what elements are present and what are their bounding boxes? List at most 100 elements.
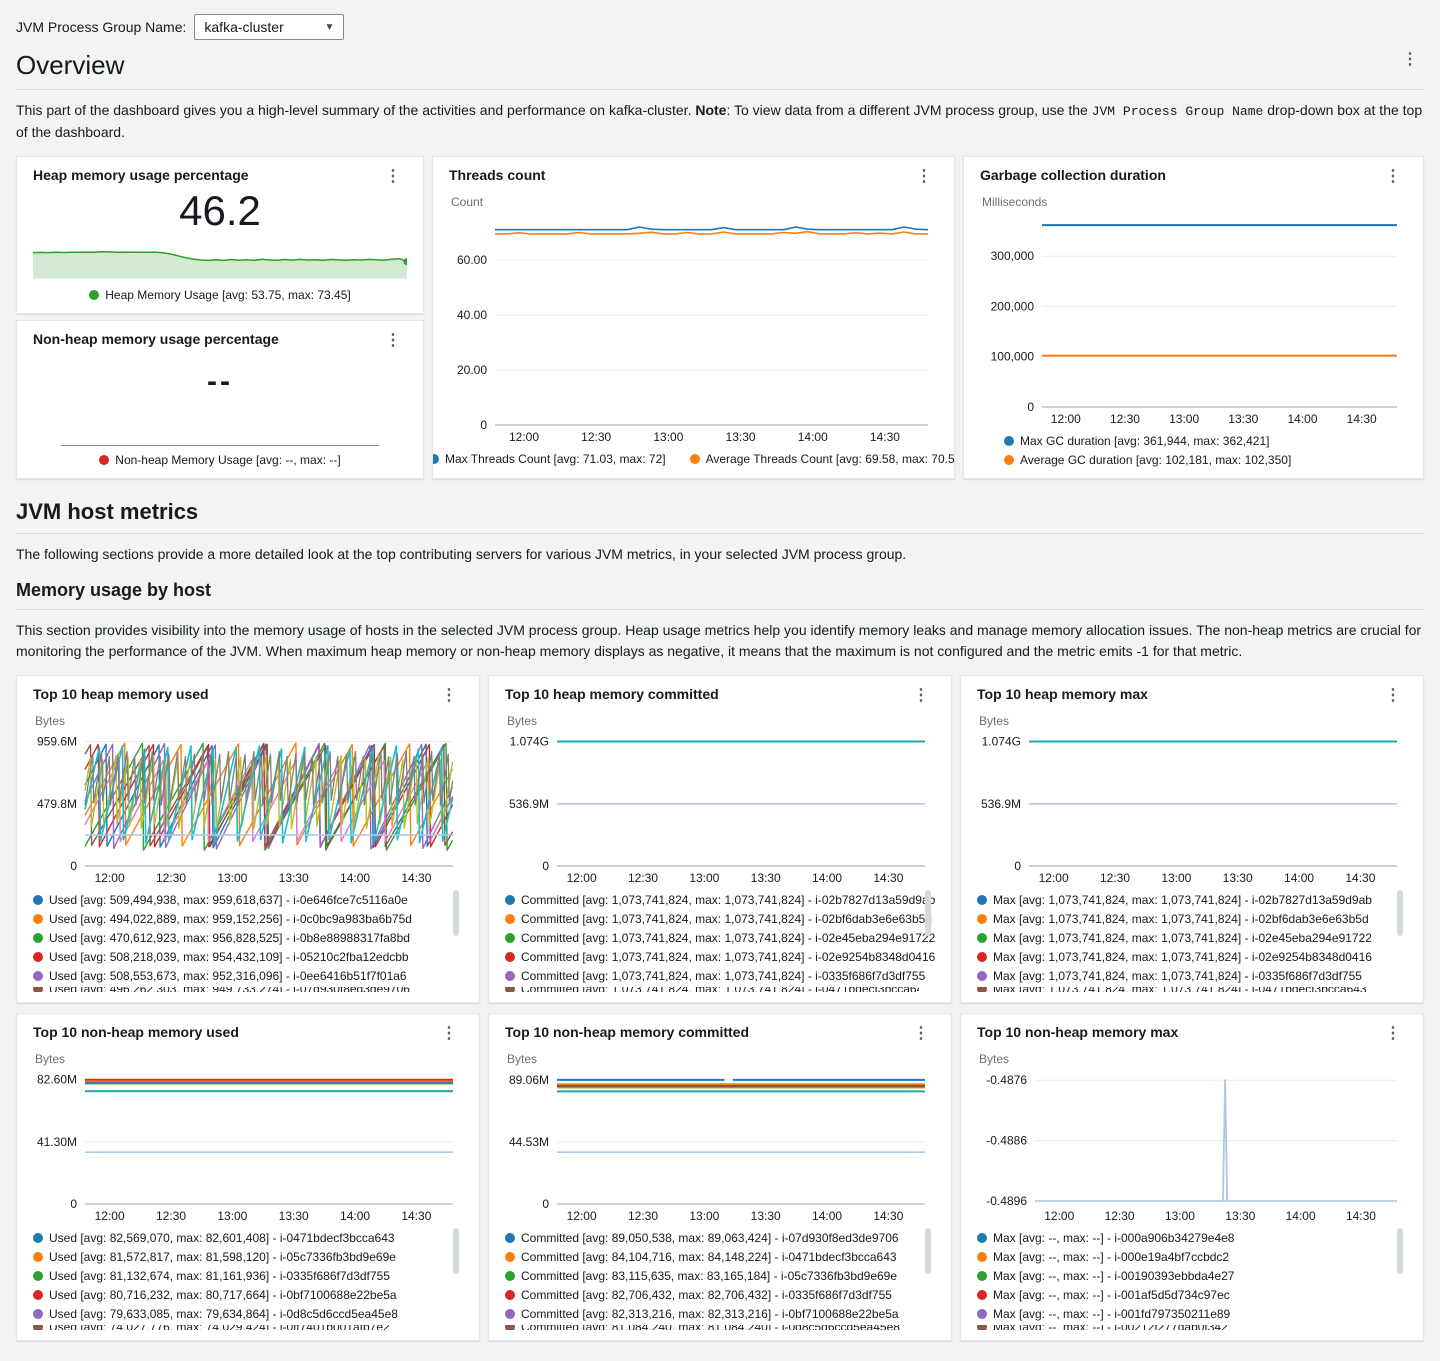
legend-item[interactable]: Committed [avg: 1,073,741,824, max: 1,07… [505, 930, 919, 946]
legend-scroll-area: Committed [avg: 89,050,538, max: 89,063,… [505, 1224, 935, 1330]
svg-text:13:30: 13:30 [1228, 412, 1258, 426]
legend-item[interactable]: Heap Memory Usage [avg: 53.75, max: 73.4… [89, 287, 350, 303]
top10-nonheap-used-chart[interactable]: 041.30M82.60M12:0012:3013:0013:3014:0014… [33, 1068, 463, 1224]
svg-text:536.9M: 536.9M [509, 797, 549, 811]
legend-item[interactable]: Max [avg: 1,073,741,824, max: 1,073,741,… [977, 892, 1391, 908]
kebab-menu-icon[interactable]: ⋮ [1379, 686, 1407, 706]
legend-label: Committed [avg: 1,073,741,824, max: 1,07… [521, 968, 925, 984]
legend-label: Used [avg: 494,022,889, max: 959,152,256… [49, 911, 412, 927]
legend-item[interactable]: Used [avg: 508,553,673, max: 952,316,096… [33, 968, 447, 984]
legend-item[interactable]: Used [avg: 508,218,039, max: 954,432,109… [33, 949, 447, 965]
legend-item[interactable]: Committed [avg: 81,084,240, max: 81,084,… [505, 1325, 919, 1330]
legend-label: Committed [avg: 1,073,741,824, max: 1,07… [521, 911, 932, 927]
legend-label: Used [avg: 82,569,070, max: 82,601,408] … [49, 1230, 395, 1246]
kebab-menu-icon[interactable]: ⋮ [1379, 1024, 1407, 1044]
kebab-menu-icon[interactable]: ⋮ [907, 686, 935, 706]
legend-item[interactable]: Committed [avg: 82,313,216, max: 82,313,… [505, 1306, 919, 1322]
legend-item[interactable]: Max [avg: --, max: --] - i-00212f277dab0… [977, 1325, 1391, 1330]
kebab-menu-icon[interactable]: ⋮ [435, 686, 463, 706]
top10-nonheap-max-chart[interactable]: -0.4876-0.4886-0.489612:0012:3013:0013:3… [977, 1068, 1407, 1224]
legend-item[interactable]: Max Threads Count [avg: 71.03, max: 72] [432, 451, 666, 467]
gc-duration-chart[interactable]: 0100,000200,000300,00012:0012:3013:0013:… [980, 211, 1407, 427]
legend-item[interactable]: Committed [avg: 1,073,741,824, max: 1,07… [505, 987, 919, 992]
legend-label: Max [avg: --, max: --] - i-000a906b34279… [993, 1230, 1234, 1246]
legend-item[interactable]: Committed [avg: 1,073,741,824, max: 1,07… [505, 949, 919, 965]
legend-item[interactable]: Max [avg: --, max: --] - i-001fd79735021… [977, 1306, 1391, 1322]
legend-item[interactable]: Max [avg: --, max: --] - i-000a906b34279… [977, 1230, 1391, 1246]
legend-scrollbar[interactable] [453, 890, 459, 936]
svg-text:0: 0 [70, 1197, 77, 1211]
top10-nonheap-committed-chart[interactable]: 044.53M89.06M12:0012:3013:0013:3014:0014… [505, 1068, 935, 1224]
chart-legend: Used [avg: 82,569,070, max: 82,601,408] … [33, 1230, 447, 1330]
legend-item[interactable]: Used [avg: 74,027,776, max: 74,029,424] … [33, 1325, 447, 1330]
widget-nonheap-usage-percentage: Non-heap memory usage percentage ⋮ -- No… [16, 320, 424, 479]
kebab-menu-icon[interactable]: ⋮ [435, 1024, 463, 1044]
legend-label: Max [avg: --, max: --] - i-00190393ebbda… [993, 1268, 1234, 1284]
legend-item[interactable]: Used [avg: 494,022,889, max: 959,152,256… [33, 911, 447, 927]
legend-item[interactable]: Max [avg: 1,073,741,824, max: 1,073,741,… [977, 968, 1391, 984]
legend-item[interactable]: Used [avg: 470,612,923, max: 956,828,525… [33, 930, 447, 946]
legend-item[interactable]: Max [avg: --, max: --] - i-00190393ebbda… [977, 1268, 1391, 1284]
legend-item[interactable]: Used [avg: 82,569,070, max: 82,601,408] … [33, 1230, 447, 1246]
svg-text:1.074G: 1.074G [510, 734, 549, 748]
kebab-menu-icon[interactable]: ⋮ [379, 167, 407, 187]
legend-item[interactable]: Committed [avg: 83,115,635, max: 83,165,… [505, 1268, 919, 1284]
threads-count-chart[interactable]: 020.0040.0060.0012:0012:3013:0013:3014:0… [449, 211, 938, 445]
legend-item[interactable]: Non-heap Memory Usage [avg: --, max: --] [99, 452, 340, 468]
svg-text:14:00: 14:00 [812, 871, 842, 885]
legend-item[interactable]: Average GC duration [avg: 102,181, max: … [1004, 452, 1407, 468]
legend-item[interactable]: Committed [avg: 84,104,716, max: 84,148,… [505, 1249, 919, 1265]
legend-item[interactable]: Used [avg: 496,262,303, max: 949,733,274… [33, 987, 447, 992]
legend-item[interactable]: Committed [avg: 82,706,432, max: 82,706,… [505, 1287, 919, 1303]
legend-color-dot [505, 1325, 515, 1330]
legend-item[interactable]: Committed [avg: 1,073,741,824, max: 1,07… [505, 892, 919, 908]
legend-item[interactable]: Max [avg: --, max: --] - i-000e19a4bf7cc… [977, 1249, 1391, 1265]
kebab-menu-icon[interactable]: ⋮ [379, 331, 407, 351]
process-group-select[interactable]: kafka-cluster ▼ [194, 14, 344, 40]
svg-text:14:00: 14:00 [340, 1209, 370, 1223]
kebab-menu-icon[interactable]: ⋮ [910, 167, 938, 187]
legend-label: Max [avg: --, max: --] - i-00212f277dab0… [993, 1325, 1228, 1330]
legend-item[interactable]: Max [avg: 1,073,741,824, max: 1,073,741,… [977, 987, 1391, 992]
legend-item[interactable]: Max GC duration [avg: 361,944, max: 362,… [1004, 433, 1407, 449]
code-process-group: JVM Process Group Name [1092, 104, 1264, 119]
heap-usage-sparkline-chart[interactable] [33, 237, 407, 281]
top10-heap-max-chart[interactable]: 0536.9M1.074G12:0012:3013:0013:3014:0014… [977, 730, 1407, 886]
legend-item[interactable]: Used [avg: 81,132,674, max: 81,161,936] … [33, 1268, 447, 1284]
legend-label: Max [avg: 1,073,741,824, max: 1,073,741,… [993, 911, 1369, 927]
legend-scrollbar[interactable] [453, 1228, 459, 1274]
legend-item[interactable]: Max [avg: 1,073,741,824, max: 1,073,741,… [977, 949, 1391, 965]
top10-heap-committed-chart[interactable]: 0536.9M1.074G12:0012:3013:0013:3014:0014… [505, 730, 935, 886]
legend-item[interactable]: Max [avg: 1,073,741,824, max: 1,073,741,… [977, 930, 1391, 946]
kebab-menu-icon[interactable]: ⋮ [1396, 50, 1424, 70]
note-label: Note [695, 102, 726, 118]
legend-item[interactable]: Max [avg: 1,073,741,824, max: 1,073,741,… [977, 911, 1391, 927]
legend-color-dot [505, 914, 515, 924]
legend-item[interactable]: Used [avg: 81,572,817, max: 81,598,120] … [33, 1249, 447, 1265]
legend-item[interactable]: Used [avg: 80,716,232, max: 80,717,664] … [33, 1287, 447, 1303]
legend-item[interactable]: Used [avg: 79,633,085, max: 79,634,864] … [33, 1306, 447, 1322]
legend-scrollbar[interactable] [1397, 890, 1403, 936]
svg-text:14:30: 14:30 [1345, 871, 1375, 885]
kebab-menu-icon[interactable]: ⋮ [1379, 167, 1407, 187]
svg-text:12:00: 12:00 [509, 430, 539, 444]
legend-color-dot [977, 895, 987, 905]
widget-title: Garbage collection duration [980, 167, 1166, 183]
legend-scrollbar[interactable] [925, 890, 931, 936]
legend-item[interactable]: Average Threads Count [avg: 69.58, max: … [690, 451, 955, 467]
legend-item[interactable]: Committed [avg: 1,073,741,824, max: 1,07… [505, 968, 919, 984]
kebab-menu-icon[interactable]: ⋮ [907, 1024, 935, 1044]
legend-label: Non-heap Memory Usage [avg: --, max: --] [115, 452, 340, 468]
legend-color-dot [505, 1252, 515, 1262]
legend-item[interactable]: Committed [avg: 1,073,741,824, max: 1,07… [505, 911, 919, 927]
chart-legend: Non-heap Memory Usage [avg: --, max: --] [33, 452, 407, 468]
legend-scrollbar[interactable] [1397, 1228, 1403, 1274]
legend-item[interactable]: Used [avg: 509,494,938, max: 959,618,637… [33, 892, 447, 908]
top10-heap-used-chart[interactable]: 0479.8M959.6M12:0012:3013:0013:3014:0014… [33, 730, 463, 886]
legend-scrollbar[interactable] [925, 1228, 931, 1274]
legend-item[interactable]: Committed [avg: 89,050,538, max: 89,063,… [505, 1230, 919, 1246]
legend-item[interactable]: Max [avg: --, max: --] - i-001af5d5d734c… [977, 1287, 1391, 1303]
legend-color-dot [505, 952, 515, 962]
svg-text:12:30: 12:30 [628, 1209, 658, 1223]
svg-text:100,000: 100,000 [991, 350, 1035, 364]
